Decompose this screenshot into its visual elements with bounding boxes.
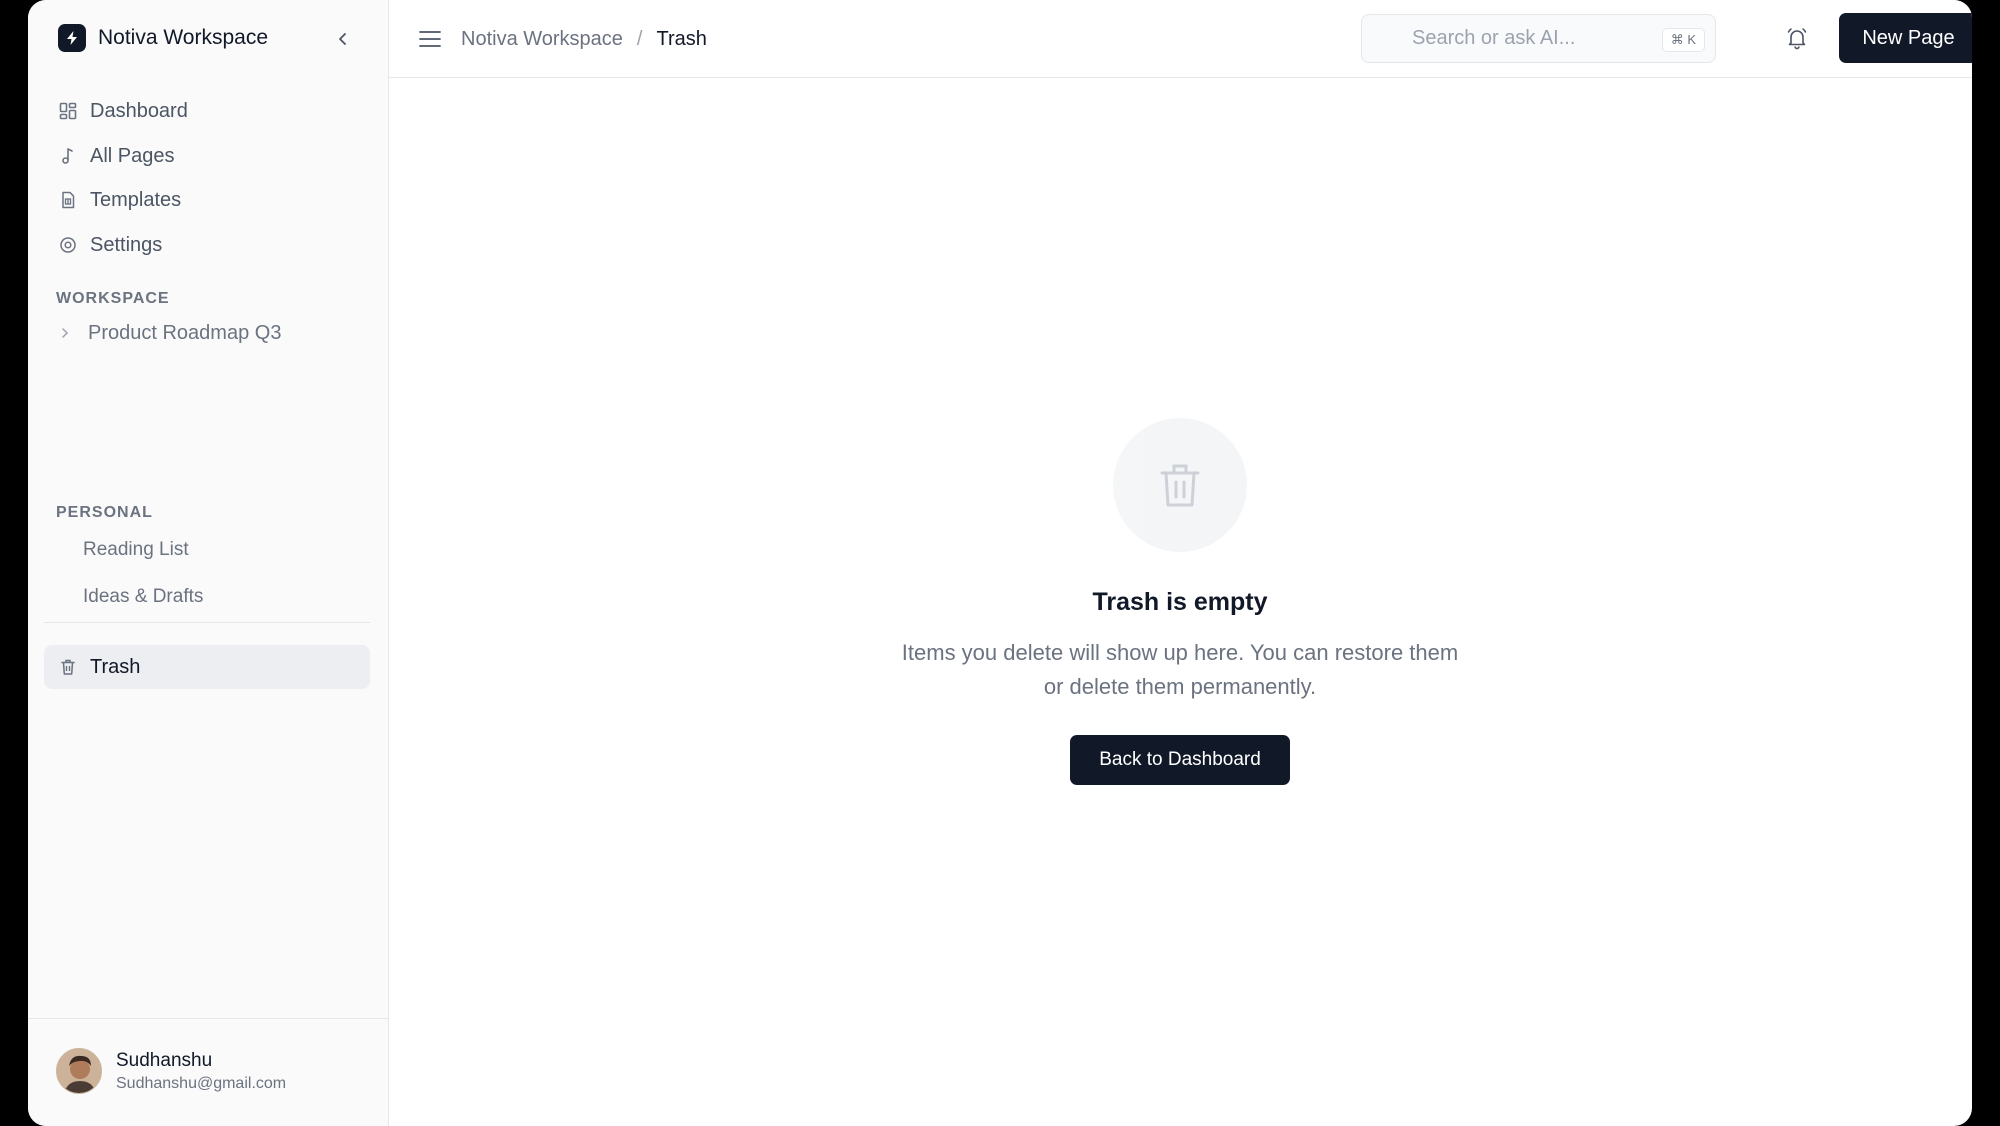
- empty-state-illustration: [1113, 418, 1247, 552]
- search-shortcut: ⌘ K: [1661, 28, 1705, 52]
- sidebar-item-trash[interactable]: Trash: [44, 645, 370, 689]
- sidebar-item-label: Trash: [90, 655, 141, 678]
- sidebar-item-label: All Pages: [90, 144, 175, 167]
- breadcrumb-parent[interactable]: Notiva Workspace: [461, 28, 623, 51]
- bolt-logo-icon: [58, 24, 86, 52]
- sidebar-item-all-pages[interactable]: All Pages: [56, 136, 382, 176]
- avatar: [56, 1048, 102, 1094]
- brand-name: Notiva Workspace: [98, 26, 269, 49]
- collapse-sidebar-button[interactable]: [330, 26, 356, 52]
- section-title-personal: PERSONAL: [56, 504, 153, 521]
- user-name: Sudhanshu: [116, 1049, 213, 1071]
- sidebar-item-label: Templates: [90, 188, 182, 211]
- app-window: Notiva Workspace Dashboard All Pages Tem…: [28, 0, 1972, 1126]
- gear-icon: [58, 235, 78, 255]
- search-box[interactable]: ⌘ K: [1361, 14, 1716, 63]
- topbar: Notiva Workspace / Trash ⌘ K New Page: [389, 0, 1972, 78]
- back-to-dashboard-button[interactable]: Back to Dashboard: [1070, 735, 1290, 785]
- empty-state-title: Trash is empty: [1092, 588, 1268, 616]
- sidebar-item-dashboard[interactable]: Dashboard: [56, 91, 382, 131]
- workspace-item-label: Product Roadmap Q3: [88, 321, 282, 344]
- trash-icon: [1160, 464, 1200, 507]
- sidebar-item-settings[interactable]: Settings: [56, 225, 382, 265]
- notifications-button[interactable]: [1782, 23, 1812, 53]
- chevron-right-icon[interactable]: [60, 327, 76, 339]
- trash-icon: [58, 657, 78, 677]
- workspace-item-product-roadmap[interactable]: Product Roadmap Q3: [56, 315, 382, 351]
- section-title-workspace: WORKSPACE: [56, 290, 170, 307]
- dashboard-icon: [58, 101, 78, 121]
- personal-item-ideas-drafts[interactable]: Ideas & Drafts: [83, 581, 203, 613]
- template-icon: [58, 190, 78, 210]
- bell-icon: [1787, 28, 1807, 50]
- brand[interactable]: Notiva Workspace: [58, 24, 268, 52]
- hamburger-icon: [419, 31, 441, 47]
- sidebar-item-label: Settings: [90, 233, 163, 256]
- search-input[interactable]: [1412, 27, 1642, 50]
- personal-item-reading-list[interactable]: Reading List: [83, 534, 189, 566]
- chevron-left-icon: [339, 33, 346, 45]
- user-profile[interactable]: Sudhanshu Sudhanshu@gmail.com: [56, 1048, 286, 1094]
- sidebar: Notiva Workspace Dashboard All Pages Tem…: [28, 0, 389, 1126]
- sidebar-item-label: Dashboard: [90, 99, 188, 122]
- breadcrumb: Notiva Workspace / Trash: [461, 25, 707, 53]
- user-divider: [28, 1018, 389, 1019]
- breadcrumb-separator: /: [636, 27, 643, 50]
- pages-icon: [58, 146, 78, 166]
- breadcrumb-current: Trash: [656, 27, 707, 50]
- sidebar-divider: [44, 622, 370, 623]
- menu-toggle-button[interactable]: [417, 26, 443, 52]
- new-page-button[interactable]: New Page: [1839, 13, 1972, 63]
- empty-state-description: Items you delete will show up here. You …: [901, 640, 1459, 699]
- user-email: Sudhanshu@gmail.com: [116, 1074, 287, 1092]
- sidebar-item-templates[interactable]: Templates: [56, 180, 382, 220]
